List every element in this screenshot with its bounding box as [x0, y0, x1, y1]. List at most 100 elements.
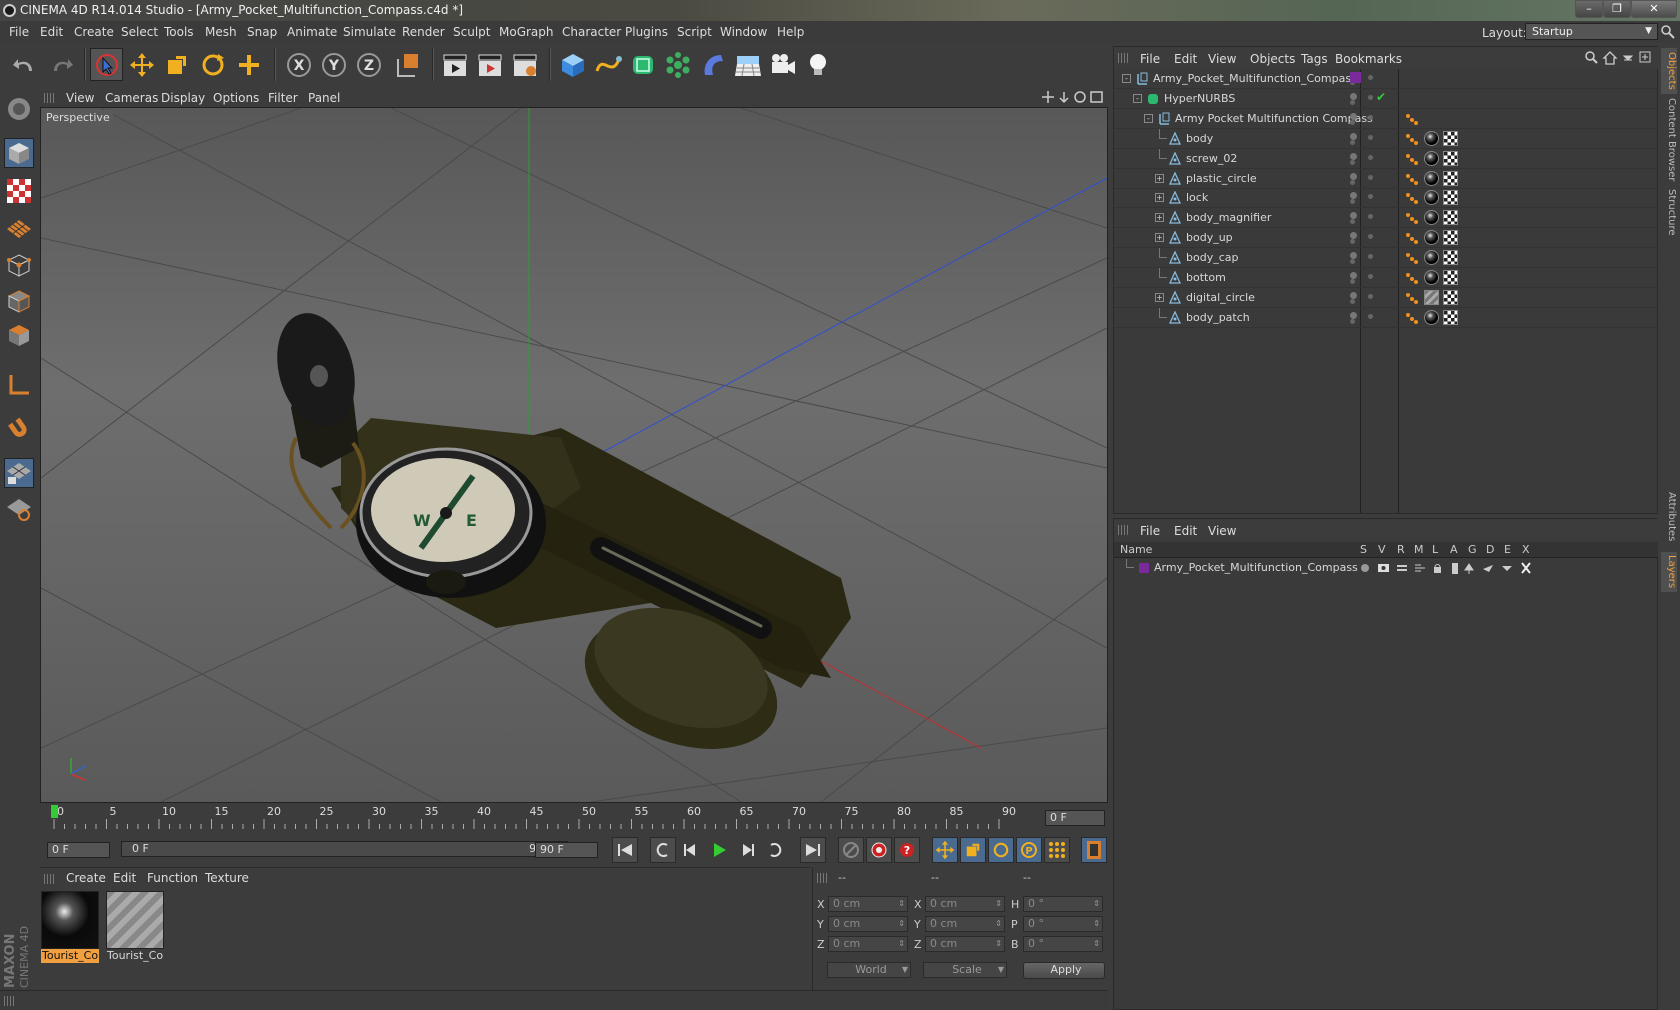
render-view-button[interactable]	[438, 48, 471, 81]
object-row[interactable]: + digital_circle	[1114, 288, 1657, 308]
editor-visibility-dot[interactable]	[1350, 232, 1357, 240]
add-deformer-button[interactable]	[696, 48, 729, 81]
layer-color-swatch[interactable]	[1350, 72, 1361, 83]
render-visibility-dot[interactable]	[1350, 239, 1355, 245]
apply-button[interactable]: Apply	[1023, 962, 1105, 979]
render-visibility-dot[interactable]	[1350, 219, 1355, 225]
object-row[interactable]: - HyperNURBS ✔	[1114, 89, 1657, 109]
objects-menu-file[interactable]: File	[1140, 52, 1160, 66]
z-axis-lock-button[interactable]: Z	[352, 48, 385, 81]
editor-visibility-dot[interactable]	[1350, 172, 1357, 180]
phong-tag-icon[interactable]	[1405, 212, 1419, 225]
material-tag-icon[interactable]	[1424, 270, 1439, 285]
end-frame-field[interactable]: 90 F	[535, 842, 598, 858]
texture-tag-icon[interactable]	[1424, 289, 1439, 305]
uvw-tag-icon[interactable]	[1443, 130, 1458, 146]
object-row[interactable]: + body_up	[1114, 228, 1657, 249]
pos-x-field[interactable]: 0 cm ⇕	[828, 896, 908, 912]
editor-visibility-dot[interactable]	[1350, 272, 1357, 279]
layers-menu-edit[interactable]: Edit	[1174, 524, 1197, 538]
size-y-field[interactable]: 0 cm ⇕	[925, 916, 1005, 932]
timeline-ruler[interactable]: 0 5 10 15 20 25 30 35 40 45 50 55 60 65 70 75 80 85 90 0 F	[40, 803, 1108, 833]
collapse-toggle[interactable]: -	[1122, 74, 1131, 83]
edges-mode-button[interactable]	[4, 286, 34, 316]
enabled-check-icon[interactable]: ✔	[1376, 90, 1386, 104]
y-axis-lock-button[interactable]: Y	[317, 48, 350, 81]
objects-menu-tags[interactable]: Tags	[1301, 52, 1328, 66]
menu-help[interactable]: Help	[777, 25, 804, 39]
autokey-button[interactable]	[866, 837, 892, 863]
menu-plugins[interactable]: Plugins	[625, 25, 668, 39]
phong-tag-icon[interactable]	[1405, 133, 1419, 145]
object-row[interactable]: - Army Pocket Multifunction Compass	[1114, 109, 1657, 129]
pos-z-field[interactable]: 0 cm ⇕	[828, 936, 908, 952]
menu-select[interactable]: Select	[121, 25, 158, 39]
render-visibility-dot[interactable]	[1350, 159, 1355, 165]
make-editable-button[interactable]	[4, 94, 34, 124]
close-button[interactable]: ✕	[1631, 0, 1677, 18]
editor-visibility-dot[interactable]	[1350, 252, 1357, 260]
menu-script[interactable]: Script	[677, 25, 712, 39]
expand-toggle[interactable]: +	[1155, 213, 1164, 223]
enable-dot[interactable]	[1368, 134, 1373, 140]
rot-p-field[interactable]: 0 ° ⇕	[1023, 916, 1103, 932]
render-visibility-dot[interactable]	[1350, 139, 1355, 145]
viewport-menu-display[interactable]: Display	[161, 91, 205, 105]
rotate-tool-button[interactable]	[196, 48, 229, 81]
menu-window[interactable]: Window	[720, 25, 767, 39]
enable-dot[interactable]	[1368, 274, 1373, 279]
add-cube-button[interactable]	[556, 48, 589, 81]
material-swatch-2[interactable]: Tourist_Cor	[106, 891, 164, 963]
go-to-start-button[interactable]	[612, 837, 638, 863]
material-tag-icon[interactable]	[1424, 230, 1439, 246]
collapse-toggle[interactable]: -	[1133, 93, 1142, 103]
tab-layers[interactable]: Layers	[1661, 552, 1677, 592]
object-row[interactable]: + plastic_circle	[1114, 169, 1657, 189]
enable-dot[interactable]	[1368, 75, 1373, 80]
menu-tools[interactable]: Tools	[164, 25, 194, 39]
menu-simulate[interactable]: Simulate	[343, 25, 396, 39]
range-slider[interactable]: 0 F 90 F	[121, 841, 568, 857]
menu-render[interactable]: Render	[402, 25, 445, 39]
render-settings-button[interactable]	[508, 48, 541, 81]
search-icon[interactable]	[1660, 24, 1676, 40]
menu-snap[interactable]: Snap	[247, 25, 277, 39]
enable-dot[interactable]	[1368, 194, 1373, 200]
key-parameter-button[interactable]: P	[1016, 837, 1042, 863]
material-menu-edit[interactable]: Edit	[113, 871, 136, 885]
editor-visibility-dot[interactable]	[1350, 152, 1357, 160]
phong-tag-icon[interactable]	[1405, 173, 1419, 185]
editor-visibility-dot[interactable]	[1350, 192, 1357, 200]
go-to-end-button[interactable]	[800, 837, 826, 863]
uvw-tag-icon[interactable]	[1443, 190, 1458, 206]
object-row[interactable]: + body_magnifier	[1114, 208, 1657, 229]
scale-dropdown[interactable]: Scale ▼	[923, 962, 1007, 978]
editor-visibility-dot[interactable]	[1350, 92, 1357, 100]
prev-frame-button[interactable]	[677, 837, 703, 863]
layers-menu-file[interactable]: File	[1140, 524, 1160, 538]
objects-menu-bookmarks[interactable]: Bookmarks	[1335, 52, 1402, 66]
menu-file[interactable]: File	[9, 25, 29, 39]
add-mograph-button[interactable]	[661, 48, 694, 81]
enable-dot[interactable]	[1368, 94, 1373, 100]
enable-dot[interactable]	[1368, 234, 1373, 240]
layer-row[interactable]: Army_Pocket_Multifunction_Compass	[1114, 559, 1657, 577]
add-object-button[interactable]	[232, 48, 265, 81]
phong-tag-icon[interactable]	[1405, 312, 1419, 324]
world-dropdown[interactable]: World ▼	[827, 962, 911, 978]
key-scale-button[interactable]	[960, 837, 986, 863]
material-swatch-1[interactable]: Tourist_Cor	[41, 891, 99, 963]
editor-visibility-dot[interactable]	[1350, 112, 1357, 120]
enable-dot[interactable]	[1368, 114, 1373, 120]
material-tag-icon[interactable]	[1424, 309, 1439, 325]
expand-toggle[interactable]: +	[1155, 233, 1164, 243]
render-visibility-dot[interactable]	[1350, 298, 1355, 304]
enable-dot[interactable]	[1368, 174, 1373, 180]
material-menu-create[interactable]: Create	[66, 871, 106, 885]
render-visibility-dot[interactable]	[1350, 199, 1355, 205]
phong-tag-icon[interactable]	[1405, 153, 1419, 165]
next-frame-button[interactable]	[735, 837, 761, 863]
tab-objects[interactable]: Objects	[1661, 48, 1677, 94]
phong-tag-icon[interactable]	[1405, 292, 1419, 304]
objects-menu-view[interactable]: View	[1208, 52, 1236, 66]
